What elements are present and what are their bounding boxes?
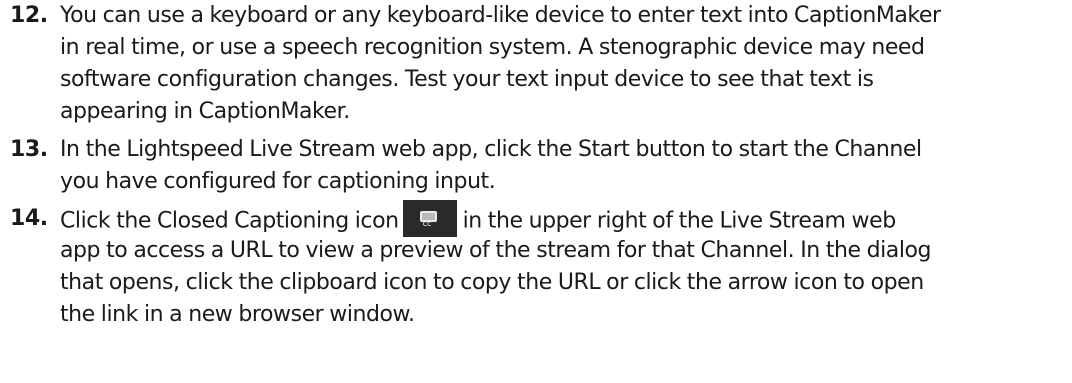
step-text-line: In the Lightspeed Live Stream web app, c…	[60, 137, 922, 162]
step-text-line: the link in a new browser window.	[60, 302, 415, 327]
step-number: 12.	[10, 3, 48, 28]
step-text-line: Click the Closed Captioning icon in the u…	[60, 200, 931, 240]
step-12: 12. You can use a keyboard or any keyboa…	[0, 0, 941, 128]
step-text-line: that opens, click the clipboard icon to …	[60, 270, 924, 295]
cc-glyph	[419, 208, 437, 240]
step-13: 13. In the Lightspeed Live Stream web ap…	[0, 134, 922, 198]
step-text-before-icon: Click the Closed Captioning icon	[60, 208, 399, 234]
closed-captioning-icon	[402, 200, 457, 240]
step-number: 14.	[10, 206, 48, 231]
step-text-line: in real time, or use a speech recognitio…	[60, 35, 925, 60]
step-text-after-icon: in the upper right of the Live Stream we…	[462, 208, 897, 234]
step-14: 14. Click the Closed Captioning icon in t…	[0, 200, 932, 331]
step-number: 13.	[10, 137, 48, 162]
step-text-line: software configuration changes. Test you…	[60, 67, 874, 92]
step-text-line: appearing in CaptionMaker.	[60, 99, 350, 124]
step-text-line: app to access a URL to view a preview of…	[60, 238, 932, 263]
step-text-line: You can use a keyboard or any keyboard-l…	[60, 3, 941, 28]
step-text-line: you have configured for captioning input…	[60, 169, 496, 194]
